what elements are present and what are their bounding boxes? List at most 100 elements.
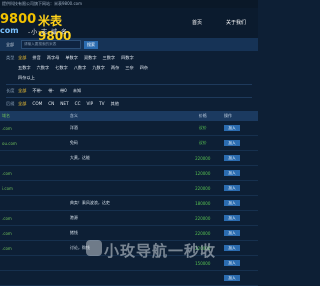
filter-option[interactable]: 拼音: [32, 53, 40, 63]
divider: [6, 84, 252, 85]
price-cell: 220000: [182, 180, 223, 196]
meaning-cell: [68, 270, 132, 286]
filter-option[interactable]: 八数字: [74, 63, 87, 73]
filter-label: 长度: [6, 88, 15, 93]
site-header: 9800 米表9800 com -小·志·域·名- 首页 关于我们: [0, 8, 258, 43]
filter-row-type: 类型 全部 拼音 两字母 单数字 双数字 三数字 四数字: [6, 53, 252, 63]
filter-option[interactable]: TV: [99, 99, 104, 109]
filter-option[interactable]: 带0: [60, 86, 67, 96]
add-button[interactable]: 加入: [223, 245, 240, 251]
table-row: 典卖！乘风波浪，达吏 180000 加入: [0, 195, 258, 211]
filter-option[interactable]: 四杂: [140, 63, 148, 73]
table-row: ou.com 免码 议价 加入: [0, 135, 258, 151]
filter-panel: 类型 全部 拼音 两字母 单数字 双数字 三数字 四数字 五数字 六数字 七数字…: [0, 51, 258, 111]
meaning-cell: 免码: [68, 135, 132, 151]
filter-option[interactable]: NET: [60, 99, 68, 109]
filter-option[interactable]: 三数字: [103, 53, 116, 63]
filter-label: [6, 73, 18, 83]
add-button[interactable]: 加入: [223, 275, 240, 281]
watermark: 小玫导航一秒收: [104, 242, 217, 260]
filter-option[interactable]: 其他: [111, 99, 119, 109]
filter-option[interactable]: VIP: [87, 99, 94, 109]
add-button[interactable]: 加入: [223, 155, 240, 161]
filter-option[interactable]: 带-: [48, 86, 54, 96]
filter-option[interactable]: 未知: [73, 86, 81, 96]
filter-option[interactable]: 全部: [18, 99, 26, 109]
top-info-text: 提供科技有限公司旗下网站：米表9800.com: [2, 1, 82, 6]
price-cell: [182, 270, 223, 286]
price-cell: 180000: [182, 195, 223, 211]
domain-cell[interactable]: i.com: [0, 180, 69, 196]
domain-cell[interactable]: [0, 150, 69, 166]
domain-cell[interactable]: ou.com: [0, 135, 69, 151]
add-button[interactable]: 加入: [223, 215, 240, 221]
price-cell: 220000: [182, 225, 223, 241]
filter-option[interactable]: 六数字: [37, 63, 50, 73]
domain-cell[interactable]: .com: [0, 121, 69, 136]
filter-option[interactable]: 单数字: [65, 53, 78, 63]
filter-option[interactable]: CN: [48, 99, 54, 109]
add-button[interactable]: 加入: [223, 140, 240, 146]
nav-item-about[interactable]: 关于我们: [214, 8, 258, 38]
domain-cell[interactable]: .com: [0, 240, 69, 256]
table-row: 大黄，达能 220000 加入: [0, 150, 258, 166]
filter-option[interactable]: 全部: [18, 53, 26, 63]
logo-com: com: [0, 26, 19, 35]
search-scope-select[interactable]: 全部: [6, 42, 18, 48]
table-row: 加入: [0, 270, 258, 286]
filter-option[interactable]: 四杂以上: [18, 73, 35, 83]
filter-option[interactable]: COM: [32, 99, 42, 109]
filter-option[interactable]: 不带-: [32, 86, 42, 96]
filter-option[interactable]: 全部: [18, 86, 26, 96]
table-row: .com 港源 220000 加入: [0, 210, 258, 226]
filter-option[interactable]: 两字母: [47, 53, 60, 63]
table-row: .com 猪钱 220000 加入: [0, 225, 258, 241]
col-action: 操作: [223, 113, 232, 118]
col-meaning: 含义: [69, 113, 78, 118]
filter-option[interactable]: 三杂: [125, 63, 133, 73]
filter-row-suffix: 后缀 全部 COM CN NET CC VIP TV 其他: [6, 99, 252, 109]
col-price[interactable]: 价格: [183, 111, 223, 121]
meaning-cell: 港源: [68, 210, 132, 226]
meaning-cell: 大黄，达能: [68, 150, 132, 166]
filter-option[interactable]: 四数字: [121, 53, 134, 63]
filter-row-type-3: 四杂以上: [6, 73, 252, 83]
table-row: i.com 220000 加入: [0, 180, 258, 196]
main-nav: 首页 关于我们: [180, 8, 258, 38]
domain-cell[interactable]: .com: [0, 225, 69, 241]
filter-label: 后缀: [6, 101, 15, 106]
add-button[interactable]: 加入: [223, 260, 240, 266]
table-header-row: 域名 含义 价格 操作: [0, 111, 258, 121]
filter-option[interactable]: CC: [75, 99, 81, 109]
filter-option[interactable]: 五数字: [18, 63, 31, 73]
site-logo[interactable]: 9800 米表9800 com -小·志·域·名-: [0, 10, 88, 43]
add-button[interactable]: 加入: [223, 230, 240, 236]
domain-cell[interactable]: .com: [0, 210, 69, 226]
add-button[interactable]: 加入: [223, 200, 240, 206]
price-cell: 议价: [182, 121, 223, 136]
meaning-cell: 洋酒: [68, 121, 132, 136]
filter-option[interactable]: 九数字: [92, 63, 105, 73]
domain-cell[interactable]: .com: [0, 165, 69, 181]
domain-cell[interactable]: [0, 270, 69, 286]
filter-option[interactable]: 双数字: [84, 53, 97, 63]
domain-cell[interactable]: [0, 255, 69, 271]
filter-row-type-2: 五数字 六数字 七数字 八数字 九数字 两杂 三杂 四杂: [6, 63, 252, 73]
top-info-bar: 提供科技有限公司旗下网站：米表9800.com: [0, 0, 258, 8]
nav-item-home[interactable]: 首页: [180, 8, 214, 38]
filter-option[interactable]: 两杂: [111, 63, 119, 73]
table-row: .com 洋酒 议价 加入: [0, 121, 258, 136]
col-blank: [131, 111, 182, 121]
filter-option[interactable]: 七数字: [55, 63, 68, 73]
domain-cell[interactable]: [0, 195, 69, 211]
logo-number: 9800: [0, 12, 37, 27]
add-button[interactable]: 加入: [223, 185, 240, 191]
filter-row-length: 长度 全部 不带- 带- 带0 未知: [6, 86, 252, 96]
divider: [6, 97, 252, 98]
price-cell: 220000: [182, 210, 223, 226]
add-button[interactable]: 加入: [223, 170, 240, 176]
price-cell: 120000: [182, 165, 223, 181]
meaning-cell: [68, 165, 132, 181]
filter-label: 类型: [6, 55, 15, 60]
add-button[interactable]: 加入: [223, 125, 240, 131]
